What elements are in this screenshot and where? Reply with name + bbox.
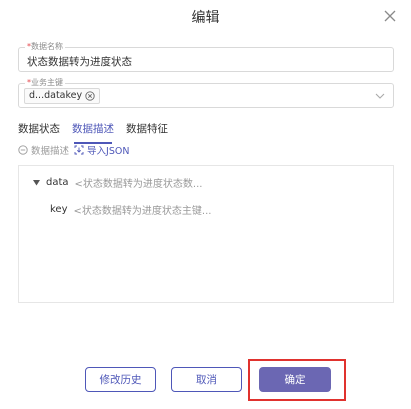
tree-node-key: data	[46, 177, 69, 188]
caret-down-icon[interactable]	[33, 179, 40, 186]
import-icon	[74, 145, 84, 155]
modify-history-button[interactable]: 修改历史	[85, 367, 156, 392]
tab-data-description[interactable]: 数据描述	[72, 121, 114, 144]
description-toolbar: 数据描述 导入JSON	[18, 143, 129, 157]
dialog-title: 编辑	[191, 10, 220, 26]
business-key-tag-text: d...datakey	[29, 90, 83, 101]
remove-tag-icon[interactable]	[85, 91, 95, 101]
minus-circle-icon	[18, 145, 28, 155]
close-icon[interactable]	[383, 9, 397, 23]
cancel-button[interactable]: 取消	[171, 367, 242, 392]
tab-data-status[interactable]: 数据状态	[18, 121, 60, 139]
dialog-header: 编辑	[0, 0, 411, 36]
business-key-tag: d...datakey	[24, 88, 101, 104]
import-json-button[interactable]: 导入JSON	[74, 143, 129, 157]
data-name-label: *数据名称	[25, 41, 65, 53]
data-name-value: 状态数据转为进度状态	[27, 56, 132, 68]
tree-node-key-row[interactable]: key <状态数据转为进度状态主键...	[50, 202, 211, 217]
collapse-description-button[interactable]: 数据描述	[18, 143, 69, 157]
data-name-field[interactable]: *数据名称 状态数据转为进度状态	[18, 41, 394, 72]
business-key-select[interactable]: *业务主键 d...datakey	[18, 77, 394, 108]
tree-node-data[interactable]: data <状态数据转为进度状态数...	[33, 175, 202, 190]
collapse-description-label: 数据描述	[31, 146, 70, 157]
chevron-down-icon[interactable]	[375, 92, 385, 100]
confirm-button[interactable]: 确定	[259, 367, 331, 392]
tree-node-key: key	[50, 204, 68, 215]
tree-node-desc[interactable]: <状态数据转为进度状态数...	[75, 175, 203, 190]
import-json-label: 导入JSON	[87, 146, 130, 157]
description-tree: data <状态数据转为进度状态数... key <状态数据转为进度状态主键..…	[18, 165, 394, 303]
tab-bar: 数据状态 数据描述 数据特征	[18, 121, 168, 144]
tree-node-desc[interactable]: <状态数据转为进度状态主键...	[74, 202, 212, 217]
tab-data-features[interactable]: 数据特征	[126, 121, 168, 139]
